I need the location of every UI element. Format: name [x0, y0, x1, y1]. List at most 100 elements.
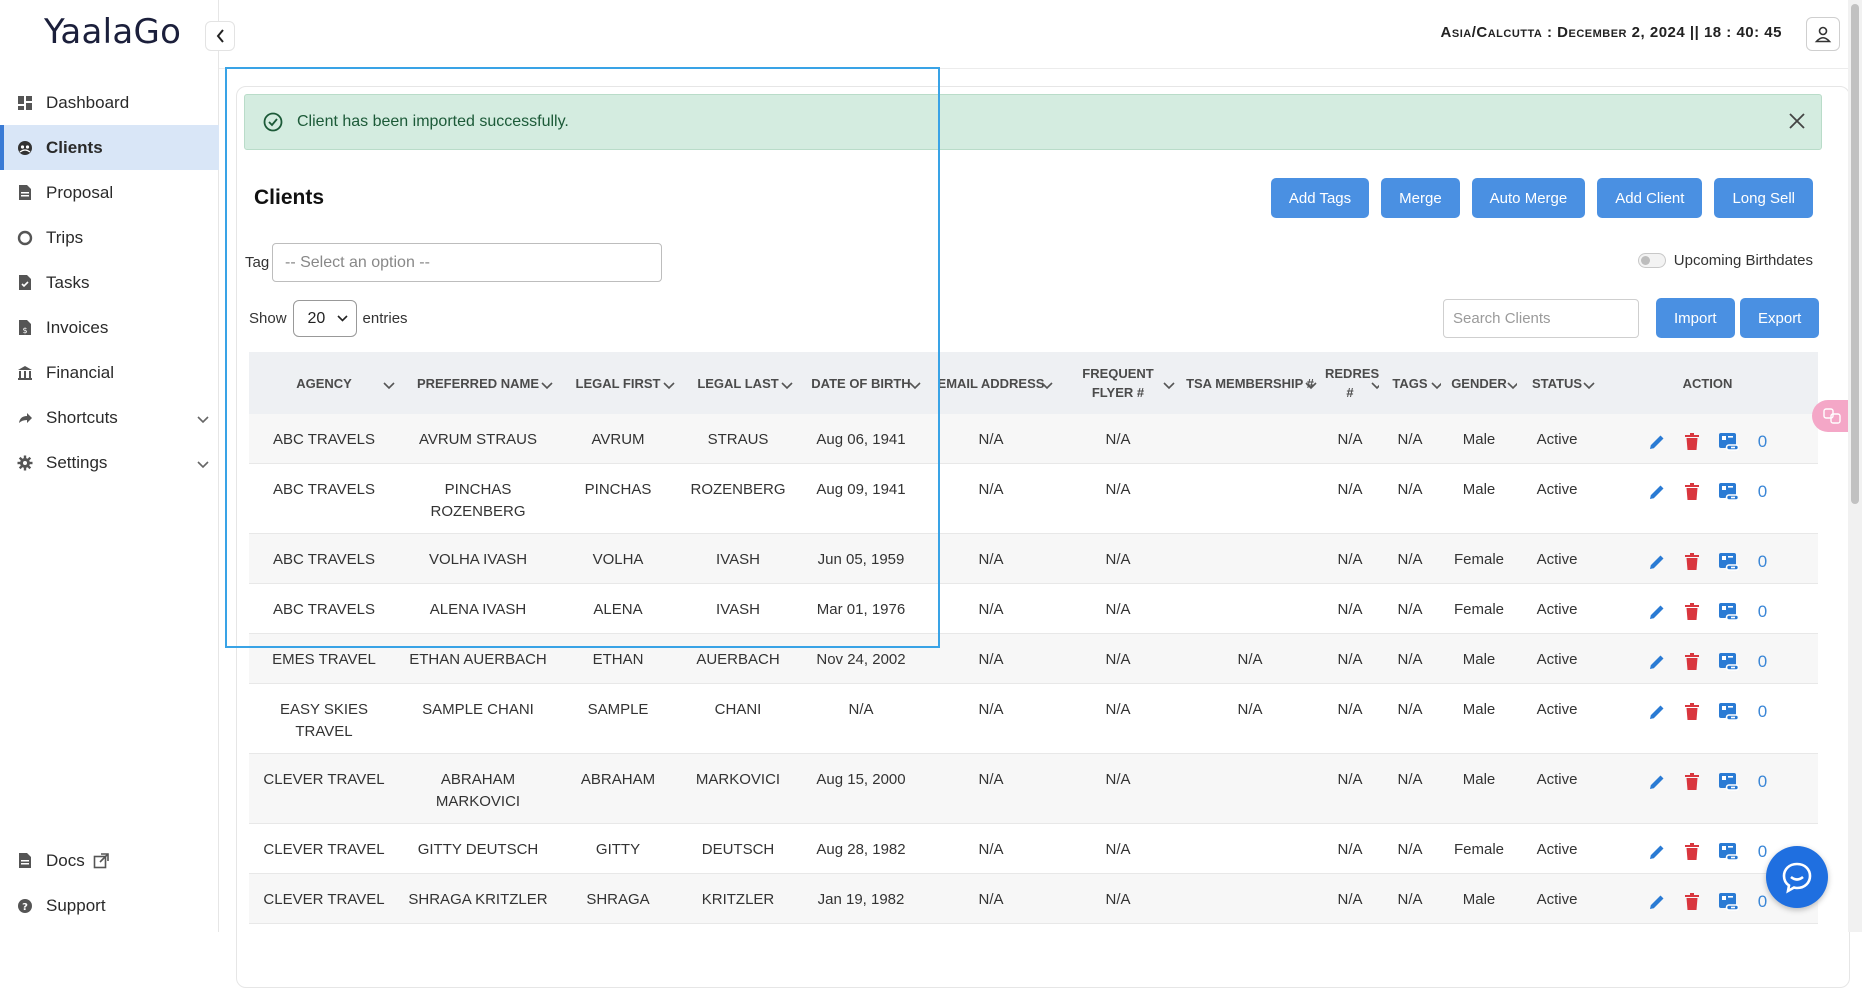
col-redress[interactable]: REDRESS # — [1321, 352, 1388, 414]
sidebar-item-invoices[interactable]: $ Invoices — [0, 305, 219, 350]
delete-icon[interactable] — [1684, 703, 1700, 721]
col-tags[interactable]: TAGS — [1379, 352, 1443, 414]
sidebar-item-tasks[interactable]: Tasks — [0, 260, 219, 305]
cell-status[interactable]: Active — [1517, 753, 1597, 824]
cell-legal-first: AVRUM — [557, 414, 679, 464]
cell-status[interactable]: Active — [1517, 583, 1597, 634]
cell-status[interactable]: Active — [1517, 463, 1597, 534]
col-agency[interactable]: AGENCY — [249, 352, 399, 414]
edit-icon[interactable] — [1648, 893, 1666, 911]
export-button[interactable]: Export — [1740, 298, 1820, 338]
sidebar-item-proposal[interactable]: Proposal — [0, 170, 219, 215]
sidebar-item-shortcuts[interactable]: Shortcuts — [0, 395, 219, 440]
import-button[interactable]: Import — [1656, 298, 1735, 338]
edit-icon[interactable] — [1648, 483, 1666, 501]
entries-select[interactable]: 20 — [292, 300, 357, 337]
tag-select[interactable]: -- Select an option -- — [272, 243, 662, 282]
edit-icon[interactable] — [1648, 773, 1666, 791]
delete-icon[interactable] — [1684, 653, 1700, 671]
sidebar-item-settings[interactable]: Settings — [0, 440, 219, 485]
add-tags-button[interactable]: Add Tags — [1270, 178, 1370, 218]
sidebar-item-dashboard[interactable]: Dashboard — [0, 80, 219, 125]
cell-legal-first: VOLHA — [557, 533, 679, 584]
edit-icon[interactable] — [1648, 553, 1666, 571]
delete-icon[interactable] — [1684, 483, 1700, 501]
edit-icon[interactable] — [1648, 603, 1666, 621]
link-count[interactable]: 0 — [1758, 651, 1767, 673]
col-legal-last[interactable]: LEGAL LAST — [679, 352, 797, 414]
col-legal-first[interactable]: LEGAL FIRST — [557, 352, 679, 414]
link-count[interactable]: 0 — [1758, 431, 1767, 453]
delete-icon[interactable] — [1684, 433, 1700, 451]
cell-agency: CLEVER TRAVEL — [249, 873, 399, 924]
chat-button[interactable] — [1766, 846, 1828, 908]
link-card-icon[interactable] — [1718, 432, 1740, 452]
link-count[interactable]: 0 — [1758, 771, 1767, 793]
link-count[interactable]: 0 — [1758, 601, 1767, 623]
sidebar-item-trips[interactable]: Trips — [0, 215, 219, 260]
sidebar-item-clients[interactable]: Clients — [0, 125, 219, 170]
auto-merge-button[interactable]: Auto Merge — [1471, 178, 1586, 218]
delete-icon[interactable] — [1684, 843, 1700, 861]
cell-status[interactable]: Active — [1517, 823, 1597, 874]
cell-gender: Male — [1441, 683, 1517, 754]
cell-status[interactable]: Active — [1517, 633, 1597, 684]
delete-icon[interactable] — [1684, 553, 1700, 571]
link-count[interactable]: 0 — [1758, 551, 1767, 573]
row-actions: 0 — [1601, 429, 1814, 453]
link-count[interactable]: 0 — [1758, 841, 1767, 863]
profile-button[interactable] — [1806, 17, 1840, 51]
success-alert: Client has been imported successfully. — [244, 94, 1822, 150]
scrollbar-thumb[interactable] — [1851, 4, 1859, 504]
link-count[interactable]: 0 — [1758, 481, 1767, 503]
sidebar-item-docs[interactable]: Docs — [0, 838, 219, 883]
merge-button[interactable]: Merge — [1381, 178, 1460, 218]
col-date-of-birth[interactable]: DATE OF BIRTH — [797, 352, 925, 414]
cell-status[interactable]: Active — [1517, 873, 1597, 924]
long-sell-button[interactable]: Long Sell — [1714, 178, 1813, 218]
edit-icon[interactable] — [1648, 703, 1666, 721]
link-card-icon[interactable] — [1718, 842, 1740, 862]
brand-logo[interactable]: YaalaGo — [44, 12, 181, 52]
col-status[interactable]: STATUS — [1517, 352, 1597, 414]
close-icon[interactable] — [1787, 111, 1807, 136]
add-client-button[interactable]: Add Client — [1597, 178, 1703, 218]
col-preferred-name[interactable]: PREFERRED NAME — [399, 352, 557, 414]
link-card-icon[interactable] — [1718, 482, 1740, 502]
link-card-icon[interactable] — [1718, 552, 1740, 572]
sidebar-collapse-button[interactable] — [205, 21, 235, 51]
birthdates-toggle[interactable] — [1637, 253, 1666, 268]
chevron-down-icon[interactable] — [197, 454, 209, 474]
page-scrollbar[interactable] — [1848, 0, 1862, 932]
cell-status[interactable]: Active — [1517, 683, 1597, 754]
col-tsa-membership[interactable]: TSA MEMBERSHIP # — [1179, 352, 1321, 414]
sidebar-item-financial[interactable]: Financial — [0, 350, 219, 395]
link-count[interactable]: 0 — [1758, 891, 1767, 913]
link-card-icon[interactable] — [1718, 772, 1740, 792]
col-gender[interactable]: GENDER — [1441, 352, 1519, 414]
delete-icon[interactable] — [1684, 773, 1700, 791]
cell-status[interactable]: Active — [1517, 533, 1597, 584]
delete-icon[interactable] — [1684, 893, 1700, 911]
link-count[interactable]: 0 — [1758, 701, 1767, 723]
col-email-address[interactable]: EMAIL ADDRESS — [925, 352, 1057, 414]
translate-icon[interactable] — [1812, 400, 1852, 432]
edit-icon[interactable] — [1648, 843, 1666, 861]
link-card-icon[interactable] — [1718, 892, 1740, 912]
table-row: EASY SKIES TRAVEL SAMPLE CHANI SAMPLE CHANI… — [249, 683, 1818, 754]
link-card-icon[interactable] — [1718, 602, 1740, 622]
chevron-down-icon — [383, 376, 395, 395]
chevron-down-icon[interactable] — [197, 409, 209, 429]
edit-icon[interactable] — [1648, 653, 1666, 671]
cell-action: 0 — [1597, 414, 1818, 464]
delete-icon[interactable] — [1684, 603, 1700, 621]
search-input[interactable]: Search Clients — [1443, 299, 1639, 338]
cell-status[interactable]: Active — [1517, 414, 1597, 464]
edit-icon[interactable] — [1648, 433, 1666, 451]
cell-tsa — [1179, 414, 1321, 464]
cell-date-of-birth: Aug 28, 1982 — [797, 823, 925, 874]
link-card-icon[interactable] — [1718, 652, 1740, 672]
link-card-icon[interactable] — [1718, 702, 1740, 722]
col-frequent-flyer[interactable]: FREQUENT FLYER # — [1057, 352, 1179, 414]
sidebar-item-support[interactable]: ? Support — [0, 883, 219, 928]
